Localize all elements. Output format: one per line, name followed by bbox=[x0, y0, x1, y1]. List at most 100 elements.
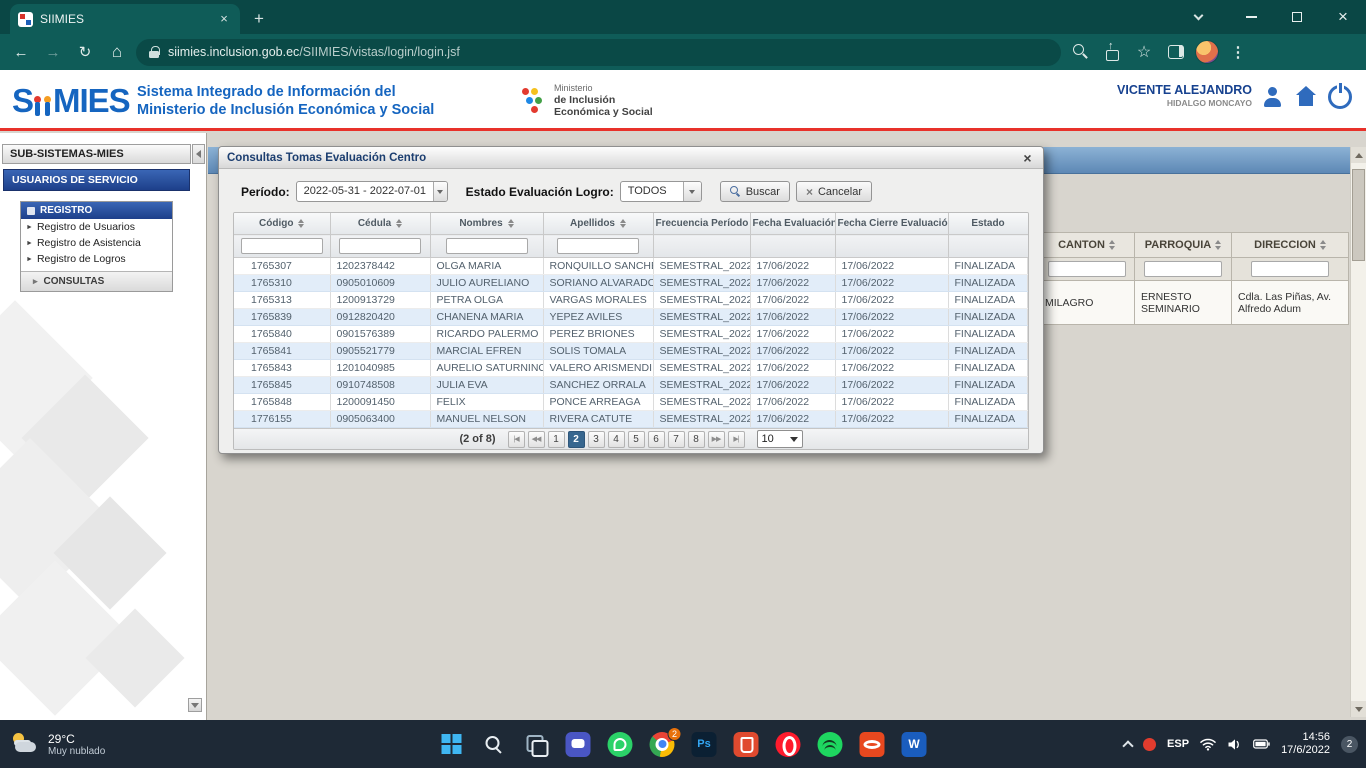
scroll-down-icon[interactable] bbox=[1351, 701, 1366, 717]
page-button[interactable]: 6 bbox=[648, 431, 665, 448]
sort-icon[interactable] bbox=[396, 219, 402, 229]
lock-icon[interactable] bbox=[149, 46, 159, 58]
tray-app-icon[interactable] bbox=[1143, 738, 1156, 751]
table-row[interactable]: 17658450910748508JULIA EVASANCHEZ ORRALA… bbox=[234, 377, 1028, 394]
spotify-icon[interactable] bbox=[818, 732, 843, 757]
table-row[interactable]: 17658481200091450FELIXPONCE ARREAGASEMES… bbox=[234, 394, 1028, 411]
table-row[interactable]: 17653131200913729PETRA OLGAVARGAS MORALE… bbox=[234, 292, 1028, 309]
sidebar-item[interactable]: ►Registro de Usuarios bbox=[21, 219, 172, 235]
tab-close-icon[interactable] bbox=[216, 11, 232, 27]
wifi-icon[interactable] bbox=[1200, 738, 1216, 751]
taskbar-weather[interactable]: 29°C Muy nublado bbox=[10, 720, 105, 768]
sidebar-item[interactable]: ►Registro de Logros bbox=[21, 251, 172, 267]
language-indicator[interactable]: ESP bbox=[1167, 738, 1189, 750]
column-header[interactable]: PARROQUIA bbox=[1135, 233, 1232, 258]
table-row[interactable]: 17653100905010609JULIO AURELIANOSORIANO … bbox=[234, 275, 1028, 292]
table-row[interactable]: 17658400901576389RICARDO PALERMOPEREZ BR… bbox=[234, 326, 1028, 343]
notification-count-badge[interactable]: 2 bbox=[1341, 736, 1358, 753]
column-header[interactable]: Nombres bbox=[430, 213, 543, 235]
table-row[interactable]: 17658431201040985AURELIO SATURNINOVALERO… bbox=[234, 360, 1028, 377]
page-button[interactable]: 3 bbox=[588, 431, 605, 448]
next-page-button[interactable] bbox=[708, 431, 725, 448]
modal-close-icon[interactable] bbox=[1020, 150, 1035, 165]
minimize-button[interactable] bbox=[1228, 0, 1274, 34]
column-filter-input[interactable] bbox=[241, 238, 323, 254]
page-button[interactable]: 5 bbox=[628, 431, 645, 448]
scroll-up-icon[interactable] bbox=[1351, 147, 1366, 163]
java-icon[interactable] bbox=[734, 732, 759, 757]
page-button[interactable]: 2 bbox=[568, 431, 585, 448]
window-close-button[interactable] bbox=[1320, 0, 1366, 34]
column-header[interactable]: DIRECCION bbox=[1232, 233, 1349, 258]
table-row[interactable]: 17658390912820420CHANENA MARIAYEPEZ AVIL… bbox=[234, 309, 1028, 326]
whatsapp-icon[interactable] bbox=[608, 732, 633, 757]
rows-per-page-dropdown[interactable]: 10 bbox=[757, 430, 803, 448]
column-filter-input[interactable] bbox=[339, 238, 421, 254]
sidebar-collapse-icon[interactable] bbox=[192, 144, 205, 164]
page-button[interactable]: 7 bbox=[668, 431, 685, 448]
column-filter-input[interactable] bbox=[446, 238, 528, 254]
battery-icon[interactable] bbox=[1253, 739, 1270, 749]
modal-titlebar[interactable]: Consultas Tomas Evaluación Centro bbox=[219, 147, 1043, 169]
previous-page-button[interactable] bbox=[528, 431, 545, 448]
chrome-icon[interactable]: 2 bbox=[650, 732, 675, 757]
address-bar[interactable]: siimies.inclusion.gob.ec/SIIMIES/vistas/… bbox=[136, 39, 1061, 66]
maximize-button[interactable] bbox=[1274, 0, 1320, 34]
table-row[interactable]: 17653071202378442OLGA MARIARONQUILLO SAN… bbox=[234, 258, 1028, 275]
column-header[interactable]: Apellidos bbox=[543, 213, 653, 235]
sidebar-scroll-down-icon[interactable] bbox=[188, 698, 202, 712]
registro-header[interactable]: REGISTRO bbox=[21, 202, 172, 219]
page-button[interactable]: 4 bbox=[608, 431, 625, 448]
taskbar-clock[interactable]: 14:56 17/6/2022 bbox=[1281, 731, 1330, 757]
photoshop-icon[interactable] bbox=[692, 732, 717, 757]
sidebar-item[interactable]: ►Registro de Asistencia bbox=[21, 235, 172, 251]
home-button[interactable] bbox=[104, 39, 130, 65]
table-row[interactable]: 17761550905063400MANUEL NELSONRIVERA CAT… bbox=[234, 411, 1028, 428]
new-tab-button[interactable] bbox=[246, 6, 272, 32]
volume-icon[interactable] bbox=[1227, 738, 1242, 751]
profile-avatar[interactable] bbox=[1195, 40, 1219, 64]
reload-button[interactable] bbox=[72, 39, 98, 65]
sort-icon[interactable] bbox=[508, 219, 514, 229]
start-icon[interactable] bbox=[440, 732, 465, 757]
sidebar-item-consultas[interactable]: CONSULTAS bbox=[21, 271, 172, 291]
dropdown-chevron-icon[interactable] bbox=[433, 182, 447, 201]
taskview-icon[interactable] bbox=[524, 732, 549, 757]
search-icon[interactable] bbox=[482, 732, 507, 757]
app-home-icon[interactable] bbox=[1294, 86, 1318, 108]
sort-icon[interactable] bbox=[620, 219, 626, 229]
browser-menu-icon[interactable] bbox=[1225, 39, 1251, 65]
table-row[interactable]: 17658410905521779MARCIAL EFRENSOLIS TOMA… bbox=[234, 343, 1028, 360]
opera-icon[interactable] bbox=[776, 732, 801, 757]
column-header[interactable]: Código bbox=[234, 213, 330, 235]
back-button[interactable] bbox=[8, 39, 34, 65]
buscar-button[interactable]: Buscar bbox=[720, 181, 790, 202]
last-page-button[interactable] bbox=[728, 431, 745, 448]
periodo-dropdown[interactable]: 2022-05-31 - 2022-07-01 bbox=[296, 181, 448, 202]
column-filter-input[interactable] bbox=[1251, 261, 1329, 277]
tray-chevron-icon[interactable] bbox=[1122, 740, 1133, 751]
side-panel-icon[interactable] bbox=[1163, 39, 1189, 65]
column-filter-input[interactable] bbox=[557, 238, 639, 254]
bookmark-star-icon[interactable] bbox=[1131, 39, 1157, 65]
tab-search-chevron-icon[interactable] bbox=[1194, 11, 1204, 21]
sort-icon[interactable] bbox=[1109, 240, 1115, 250]
page-button[interactable]: 1 bbox=[548, 431, 565, 448]
forward-button[interactable] bbox=[40, 39, 66, 65]
oracle-icon[interactable] bbox=[860, 732, 885, 757]
user-profile-icon[interactable] bbox=[1262, 86, 1284, 108]
sort-icon[interactable] bbox=[1320, 240, 1326, 250]
browser-tab[interactable]: SIIMIES bbox=[10, 4, 240, 34]
sort-icon[interactable] bbox=[298, 219, 304, 229]
share-icon[interactable] bbox=[1099, 39, 1125, 65]
dropdown-chevron-icon[interactable] bbox=[683, 182, 701, 201]
sidebar-section-usuarios[interactable]: USUARIOS DE SERVICIO bbox=[3, 169, 190, 191]
estado-dropdown[interactable]: TODOS bbox=[620, 181, 702, 202]
page-scrollbar[interactable] bbox=[1350, 147, 1366, 717]
sort-icon[interactable] bbox=[1215, 240, 1221, 250]
column-filter-input[interactable] bbox=[1144, 261, 1222, 277]
column-header[interactable]: CANTON bbox=[1039, 233, 1135, 258]
scrollbar-thumb[interactable] bbox=[1352, 169, 1365, 261]
page-button[interactable]: 8 bbox=[688, 431, 705, 448]
word-icon[interactable] bbox=[902, 732, 927, 757]
